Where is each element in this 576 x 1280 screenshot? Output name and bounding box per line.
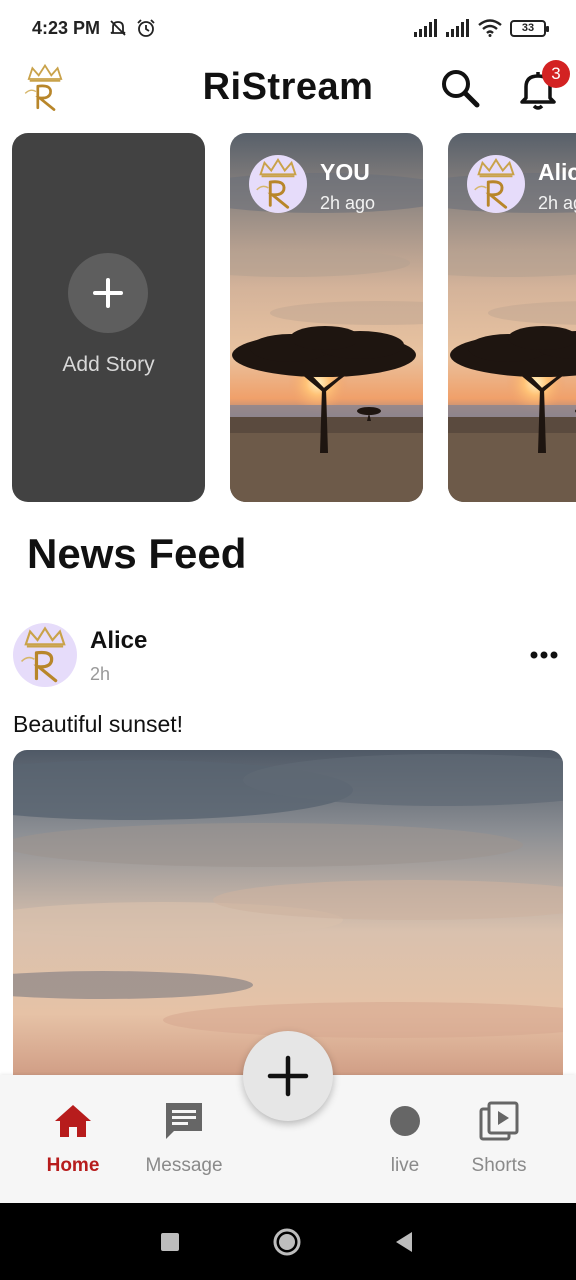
search-icon[interactable] [438, 66, 482, 110]
plus-icon [267, 1055, 309, 1097]
story-user-name: Alice [538, 159, 576, 185]
post-time: 2h [90, 664, 111, 684]
app-title: RiStream [202, 66, 374, 108]
live-icon [390, 1106, 420, 1136]
avatar-logo-icon [467, 155, 525, 213]
story-time: 2h ago [320, 193, 376, 213]
avatar-logo-icon [13, 623, 77, 687]
create-post-button[interactable] [243, 1031, 333, 1121]
section-title: News Feed [27, 530, 247, 577]
plus-icon [93, 278, 123, 308]
status-bar: 4:23 PM 33 [0, 0, 576, 56]
notification-badge: 3 [542, 60, 570, 88]
add-story-card[interactable]: Add Story [12, 133, 205, 502]
nav-home-label: Home [46, 1155, 100, 1176]
story-card[interactable]: Alice 2h ago [448, 133, 576, 502]
stories-row: Add Story YOU 2h ago Alice 2h ago [0, 133, 576, 503]
nav-live-label: live [390, 1155, 420, 1176]
more-options-icon[interactable] [524, 640, 564, 670]
add-story-button[interactable] [68, 253, 148, 333]
battery-level: 33 [521, 22, 535, 34]
avatar [467, 155, 525, 213]
nav-message-label: Message [145, 1155, 223, 1176]
nav-shorts[interactable]: Shorts [444, 1099, 554, 1177]
wifi-icon [478, 19, 502, 37]
nav-shorts-label: Shorts [471, 1155, 527, 1176]
post-author[interactable]: Alice [90, 627, 147, 655]
home-system-icon[interactable] [272, 1227, 302, 1257]
story-user-name: YOU [320, 159, 370, 185]
signal-icon [414, 19, 437, 37]
post-avatar[interactable] [13, 623, 77, 687]
story-time: 2h ago [538, 193, 576, 213]
home-icon [55, 1105, 91, 1137]
post-text: Beautiful sunset! [13, 711, 184, 737]
system-navigation-bar [0, 1203, 576, 1280]
nav-message[interactable]: Message [129, 1099, 239, 1177]
story-card[interactable]: YOU 2h ago [230, 133, 423, 502]
shorts-icon [479, 1101, 519, 1141]
signal-icon-2 [446, 19, 469, 37]
recents-icon[interactable] [155, 1227, 185, 1257]
back-icon[interactable] [390, 1227, 420, 1257]
silent-bell-icon [110, 20, 126, 36]
status-time: 4:23 PM [32, 17, 101, 38]
add-story-label: Add Story [62, 353, 155, 376]
app-bar: RiStream [0, 56, 576, 122]
avatar-logo-icon [249, 155, 307, 213]
alarm-icon [137, 19, 155, 37]
battery-icon: 33 [510, 19, 549, 37]
avatar [249, 155, 307, 213]
nav-home[interactable]: Home [18, 1099, 128, 1177]
message-icon [166, 1103, 202, 1139]
